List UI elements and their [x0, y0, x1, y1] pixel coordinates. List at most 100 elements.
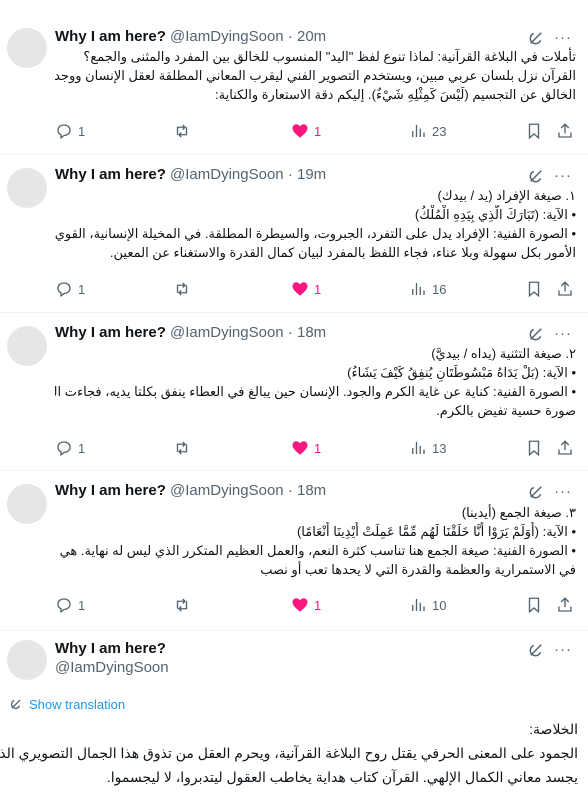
repost-button[interactable] [173, 438, 191, 458]
avatar[interactable] [7, 28, 47, 68]
reply-icon [57, 124, 71, 140]
separator: · [287, 324, 293, 341]
show-translation-link[interactable]: Show translation [9, 694, 125, 714]
conclusion-line: يجسد معاني الكمال الإلهي. القرآن كتاب هد… [106, 769, 578, 785]
like-button[interactable]: 1 [291, 595, 321, 615]
author-name[interactable]: Why I am here? [55, 166, 166, 183]
text-line: الخالق عن التجسيم (لَيْسَ كَمِثْلِهِ شَي… [215, 87, 576, 102]
repost-icon [176, 282, 188, 296]
bookmark-button[interactable] [525, 121, 543, 141]
grok-icon[interactable] [527, 29, 545, 47]
text-line: • الآية: (أَوَلَمْ يَرَوْا أَنَّا خَلَقْ… [296, 524, 576, 539]
post-text: ٣. صيغة الجمع (أيدينا) • الآية: (أَوَلَم… [55, 503, 576, 579]
repost-button[interactable] [173, 595, 191, 615]
reply-button[interactable]: 1 [55, 438, 85, 458]
author-handle[interactable]: @IamDyingSoon [170, 166, 284, 183]
author-name[interactable]: Why I am here? [55, 640, 166, 660]
post[interactable]: Why I am here? @IamDyingSoon · 20m ··· ت… [0, 0, 588, 150]
repost-icon [176, 598, 188, 612]
separator: · [287, 28, 293, 45]
text-line: ٣. صيغة الجمع (أيدينا) [461, 505, 576, 520]
avatar[interactable] [7, 326, 47, 366]
post-header: Why I am here? @IamDyingSoon · 20m [55, 28, 326, 48]
post-time[interactable]: 20m [297, 28, 326, 45]
repost-button[interactable] [173, 121, 191, 141]
show-translation-label[interactable]: Show translation [29, 697, 125, 712]
bookmark-icon [528, 281, 540, 298]
like-button[interactable]: 1 [291, 438, 321, 458]
author-handle[interactable]: @IamDyingSoon [55, 659, 169, 679]
share-button[interactable] [556, 438, 574, 458]
views-button[interactable]: 23 [409, 121, 446, 141]
grok-icon[interactable] [527, 641, 545, 659]
like-icon [292, 282, 308, 296]
repost-icon [176, 441, 188, 455]
bookmark-button[interactable] [525, 595, 543, 615]
reply-button[interactable]: 1 [55, 121, 85, 141]
views-icon [412, 283, 425, 295]
like-button[interactable]: 1 [291, 121, 321, 141]
share-button[interactable] [556, 121, 574, 141]
author-name[interactable]: Why I am here? [55, 482, 166, 499]
share-button[interactable] [556, 595, 574, 615]
text-line: في الاستمرارية والعظمة والقدرة التي لا ي… [260, 562, 576, 577]
text-line: • الآية: (بَلْ يَدَاهُ مَبْسُوطَتَانِ يُ… [347, 365, 576, 380]
post-text: ٢. صيغة التثنية (يداه / بيديَّ) • الآية:… [55, 344, 576, 420]
like-icon [292, 598, 308, 612]
text-line: • الصورة الفنية: الإفراد يدل على التفرد،… [55, 226, 576, 241]
views-icon [412, 125, 425, 137]
like-button[interactable]: 1 [291, 279, 321, 299]
grok-icon[interactable] [527, 325, 545, 343]
action-bar: 1 1 16 [55, 279, 576, 299]
views-button[interactable]: 16 [409, 279, 446, 299]
like-count: 1 [314, 440, 322, 456]
separator: · [287, 166, 293, 183]
author-handle[interactable]: @IamDyingSoon [170, 28, 284, 45]
author-name[interactable]: Why I am here? [55, 324, 166, 341]
text-line: • الصورة الفنية: كناية عن غاية الكرم وال… [55, 384, 576, 399]
author-handle[interactable]: @IamDyingSoon [170, 482, 284, 499]
avatar[interactable] [7, 484, 47, 524]
author-name[interactable]: Why I am here? [55, 28, 166, 45]
views-button[interactable]: 13 [409, 438, 446, 458]
reply-count: 1 [78, 440, 86, 456]
views-count: 16 [432, 281, 447, 297]
views-icon [412, 442, 425, 454]
share-button[interactable] [556, 279, 574, 299]
share-icon [558, 440, 572, 455]
action-bar: 1 1 13 [55, 438, 576, 458]
post-time[interactable]: 18m [297, 324, 326, 341]
reply-button[interactable]: 1 [55, 595, 85, 615]
post-header: Why I am here? @IamDyingSoon · 18m [55, 324, 326, 344]
bookmark-button[interactable] [525, 279, 543, 299]
more-icon[interactable]: ··· [554, 29, 574, 47]
views-button[interactable]: 10 [409, 595, 446, 615]
repost-button[interactable] [173, 279, 191, 299]
bookmark-button[interactable] [525, 438, 543, 458]
more-icon[interactable]: ··· [554, 167, 574, 185]
views-count: 10 [432, 597, 447, 613]
grok-icon[interactable] [527, 483, 545, 501]
more-icon[interactable]: ··· [554, 641, 574, 659]
more-icon[interactable]: ··· [554, 325, 574, 343]
author-handle[interactable]: @IamDyingSoon [170, 324, 284, 341]
reply-count: 1 [78, 123, 86, 139]
grok-icon[interactable] [527, 167, 545, 185]
conclusion-text: الخلاصة: الجمود على المعنى الحرفي يقتل ر… [0, 717, 578, 789]
more-icon[interactable]: ··· [554, 483, 574, 501]
post[interactable]: Why I am here? @IamDyingSoon · 18m ··· ٢… [0, 313, 588, 471]
post-time[interactable]: 19m [297, 166, 326, 183]
reply-button[interactable]: 1 [55, 279, 85, 299]
post-header: Why I am here? @IamDyingSoon · 18m [55, 482, 326, 502]
share-icon [558, 281, 572, 296]
post-header: Why I am here? @IamDyingSoon · 19m [55, 166, 326, 186]
like-icon [292, 124, 308, 138]
text-line: القرآن نزل بلسان عربي مبين، ويستخدم التص… [55, 68, 576, 83]
post-text: ١. صيغة الإفراد (يد / بيدك) • الآية: (تَ… [55, 186, 576, 262]
post[interactable]: Why I am here? @IamDyingSoon · 18m ··· ٣… [0, 471, 588, 631]
avatar[interactable] [7, 168, 47, 208]
avatar[interactable] [7, 640, 47, 680]
post-time[interactable]: 18m [297, 482, 326, 499]
reply-icon [57, 282, 71, 298]
post[interactable]: Why I am here? @IamDyingSoon · 19m ··· ١… [0, 155, 588, 310]
